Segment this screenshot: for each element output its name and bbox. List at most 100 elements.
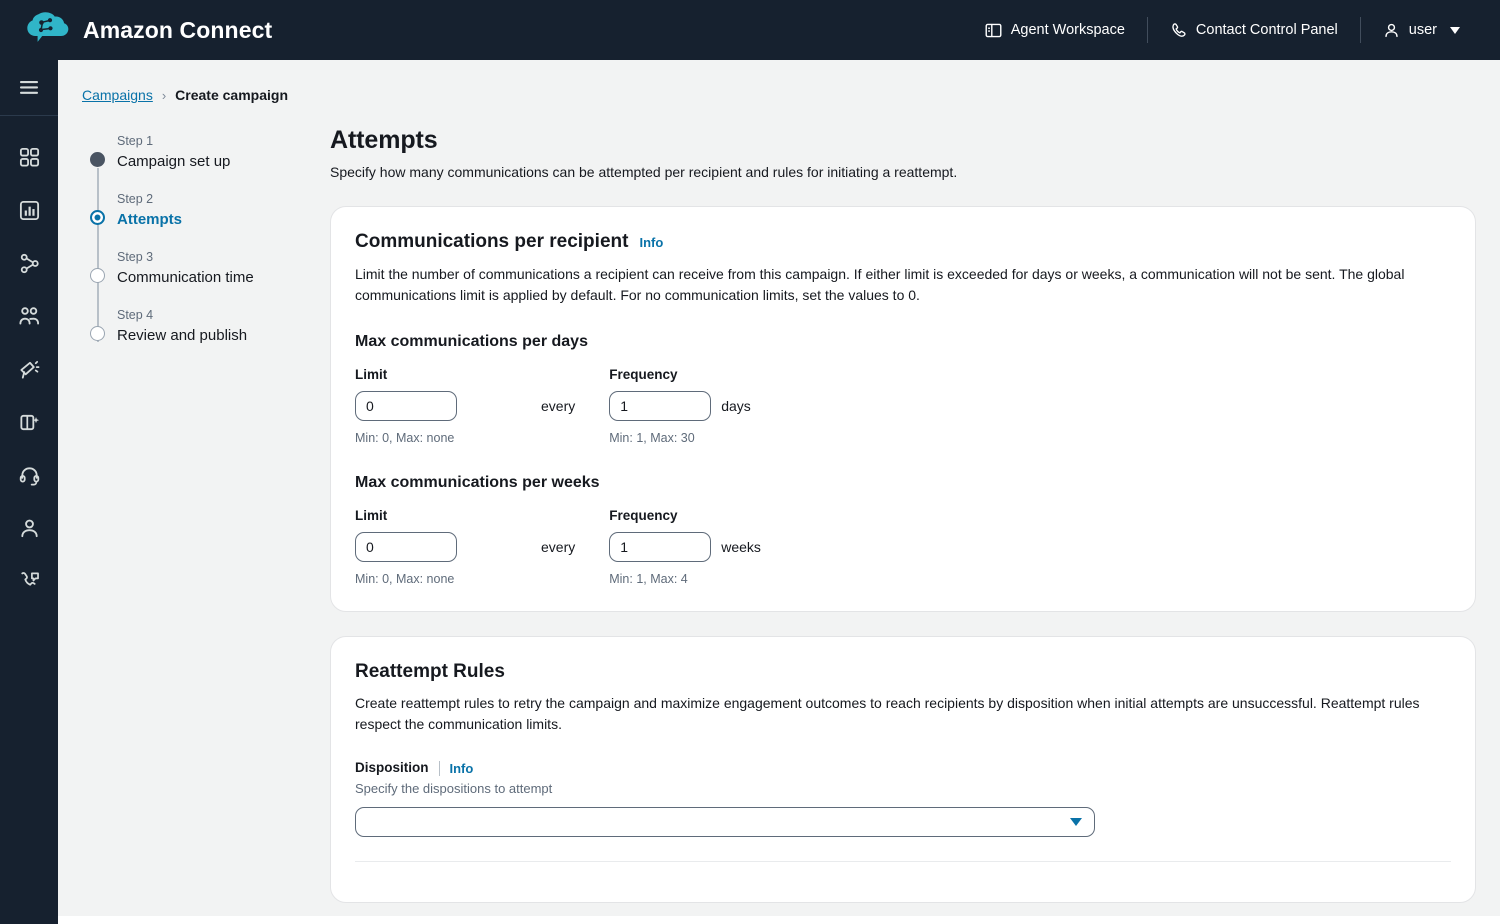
hamburger-menu-button[interactable] xyxy=(0,60,58,116)
weeks-frequency-input[interactable] xyxy=(609,532,712,562)
step-4-label[interactable]: Review and publish xyxy=(117,325,310,347)
breadcrumb-campaigns-link[interactable]: Campaigns xyxy=(82,87,153,103)
user-menu[interactable]: user xyxy=(1361,13,1482,47)
communications-card-title: Communications per recipient xyxy=(355,231,629,252)
top-header: Amazon Connect Agent Workspace Contact C… xyxy=(0,0,1500,60)
step-3-number: Step 3 xyxy=(117,250,154,264)
step-3-label[interactable]: Communication time xyxy=(117,267,310,289)
bottom-strip xyxy=(58,916,1500,924)
person-icon xyxy=(20,519,38,537)
amazon-connect-cloud-logo xyxy=(27,12,69,42)
weeks-limit-label: Limit xyxy=(355,508,388,523)
sidebar-item-channels[interactable] xyxy=(11,566,47,596)
content-row: Step 1 Campaign set up Step 2 Attempts S… xyxy=(58,106,1500,916)
reattempt-card-title-row: Reattempt Rules xyxy=(355,660,1451,684)
breadcrumb-current: Create campaign xyxy=(175,87,288,103)
sidebar-item-users[interactable] xyxy=(11,301,47,331)
step-4-number: Step 4 xyxy=(117,308,154,322)
app-root: Amazon Connect Agent Workspace Contact C… xyxy=(0,0,1500,924)
weeks-limit-hint: Min: 0, Max: none xyxy=(355,572,455,586)
disposition-info-link[interactable]: Info xyxy=(450,761,474,776)
wizard-step-2[interactable]: Step 2 Attempts xyxy=(82,190,310,284)
max-communications-per-days-title: Max communications per days xyxy=(355,333,588,350)
days-field-row: Limit Min: 0, Max: none every Frequency … xyxy=(355,365,1451,446)
days-frequency-input[interactable] xyxy=(609,391,712,421)
routing-flow-icon xyxy=(20,253,39,273)
wizard-step-1[interactable]: Step 1 Campaign set up xyxy=(82,132,310,226)
reattempt-card-title: Reattempt Rules xyxy=(355,661,505,682)
weeks-limit-input[interactable] xyxy=(355,532,457,562)
main-content: Campaigns › Create campaign Step 1 Campa… xyxy=(58,60,1500,924)
sidebar-item-campaigns[interactable] xyxy=(11,354,47,384)
users-group-icon xyxy=(19,307,40,325)
workspace-panel-icon xyxy=(985,23,1002,37)
phone-icon xyxy=(1172,22,1186,37)
wizard-step-4[interactable]: Step 4 Review and publish xyxy=(82,306,310,347)
reattempt-card-divider xyxy=(355,861,1451,862)
brand-title: Amazon Connect xyxy=(83,16,273,43)
step-3-status-dot xyxy=(90,268,105,283)
sidebar-item-dashboard[interactable] xyxy=(11,142,47,172)
campaign-megaphone-icon xyxy=(19,360,39,379)
contact-control-panel-label: Contact Control Panel xyxy=(1195,22,1338,38)
weeks-every-label: every xyxy=(541,539,576,555)
chevron-down-icon xyxy=(1450,26,1460,34)
weeks-frequency-label: Frequency xyxy=(609,508,678,523)
communications-card-description: Limit the number of communications a rec… xyxy=(355,266,1405,303)
sidebar-item-agent[interactable] xyxy=(11,460,47,490)
chevron-down-icon xyxy=(1070,818,1082,826)
contact-control-panel-link[interactable]: Contact Control Panel xyxy=(1148,13,1360,47)
breadcrumb: Campaigns › Create campaign xyxy=(58,60,1500,106)
weeks-unit-label: weeks xyxy=(721,539,761,555)
days-limit-input[interactable] xyxy=(355,391,457,421)
sidebar-item-profile[interactable] xyxy=(11,513,47,543)
days-limit-label: Limit xyxy=(355,367,388,382)
communications-info-link[interactable]: Info xyxy=(639,231,663,255)
brand[interactable]: Amazon Connect xyxy=(26,10,272,50)
sidebar-item-routing[interactable] xyxy=(11,248,47,278)
user-menu-label: user xyxy=(1408,22,1437,38)
wizard-step-3[interactable]: Step 3 Communication time xyxy=(82,248,310,342)
weeks-field-row: Limit Min: 0, Max: none every Frequency … xyxy=(355,506,1451,587)
reattempt-card-description: Create reattempt rules to retry the camp… xyxy=(355,695,1420,732)
disposition-label: Disposition xyxy=(355,760,429,775)
breadcrumb-separator-icon: › xyxy=(161,87,167,103)
dashboard-grid-icon xyxy=(19,147,39,167)
left-nav-rail xyxy=(0,60,58,924)
reattempt-rules-card: Reattempt Rules Create reattempt rules t… xyxy=(330,636,1476,903)
days-unit-label: days xyxy=(721,398,751,414)
phone-chat-icon xyxy=(20,571,39,586)
days-frequency-field: Frequency Min: 1, Max: 30 xyxy=(609,365,781,446)
page-description: Specify how many communications can be a… xyxy=(330,164,958,180)
disposition-label-row: Disposition Info xyxy=(355,758,1451,778)
max-communications-per-weeks-title: Max communications per weeks xyxy=(355,474,600,491)
analytics-bar-chart-icon xyxy=(19,200,39,220)
days-frequency-hint: Min: 1, Max: 30 xyxy=(609,431,695,445)
step-2-label[interactable]: Attempts xyxy=(117,209,310,231)
disposition-sublabel: Specify the dispositions to attempt xyxy=(355,781,553,796)
agent-workspace-label: Agent Workspace xyxy=(1010,22,1125,38)
agent-workspace-link[interactable]: Agent Workspace xyxy=(963,13,1147,47)
step-4-status-dot xyxy=(90,326,105,341)
days-limit-field: Limit Min: 0, Max: none xyxy=(355,365,527,446)
sidebar-item-analytics[interactable] xyxy=(11,195,47,225)
user-icon xyxy=(1385,23,1398,37)
days-frequency-label: Frequency xyxy=(609,367,678,382)
headset-icon xyxy=(19,466,39,485)
step-2-number: Step 2 xyxy=(117,192,154,206)
step-1-label[interactable]: Campaign set up xyxy=(117,151,310,173)
page-title: Attempts xyxy=(330,126,438,154)
step-2-status-dot xyxy=(90,210,105,225)
disposition-label-divider xyxy=(438,760,440,776)
communications-per-recipient-card: Communications per recipient Info Limit … xyxy=(330,206,1476,612)
weeks-frequency-hint: Min: 1, Max: 4 xyxy=(609,572,688,586)
disposition-select[interactable] xyxy=(355,807,1095,837)
step-1-status-dot xyxy=(90,152,105,167)
weeks-limit-field: Limit Min: 0, Max: none xyxy=(355,506,527,587)
days-every-label: every xyxy=(541,398,576,414)
rail-items xyxy=(0,116,58,596)
header-actions: Agent Workspace Contact Control Panel us… xyxy=(963,13,1482,47)
sidebar-item-guides[interactable] xyxy=(11,407,47,437)
days-limit-hint: Min: 0, Max: none xyxy=(355,431,455,445)
hamburger-menu-icon xyxy=(20,81,38,94)
